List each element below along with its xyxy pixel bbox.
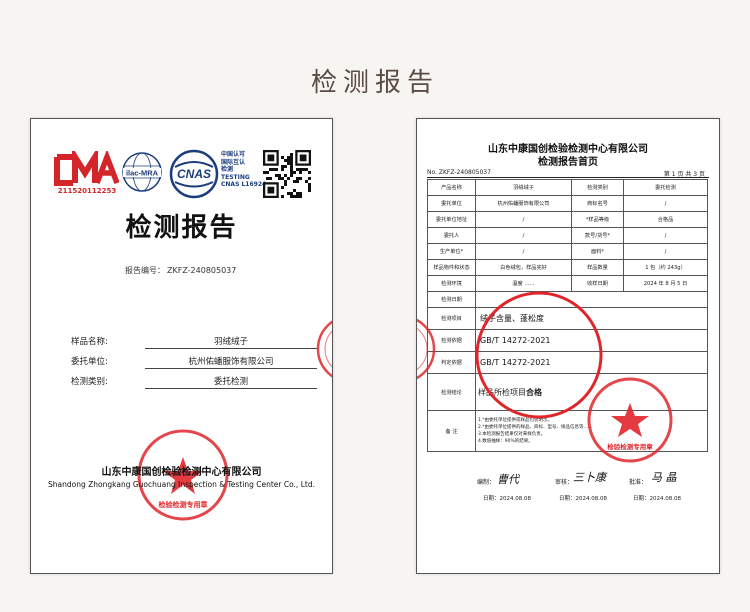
table-row: 生产单位* / 面料* / [427, 243, 708, 260]
approver-label: 批准： [629, 479, 648, 486]
table-cell: 委托单位地址 [427, 211, 476, 228]
svg-text:检验检测专用章: 检验检测专用章 [159, 500, 208, 509]
table-cell: 1 包（约 243g） [623, 259, 708, 276]
first-page-title: 检测报告首页 [538, 157, 598, 168]
table-cell: 生产单位* [427, 243, 476, 260]
ilac-mra-logo-icon: ilac-MRA [122, 152, 162, 192]
table-cell: / [623, 243, 708, 260]
official-seal-icon: 检验检测专用章 [587, 377, 673, 463]
table-cell: 商标名号 [571, 195, 624, 212]
client-field: 委托单位: 杭州佑蟠服饰有限公司 [71, 355, 317, 369]
table-cell: 羽绒绒子 [475, 179, 572, 196]
report-number: 报告编号： ZKFZ-240805037 [125, 266, 237, 275]
edge-seal-icon [417, 318, 436, 380]
ilac-label: ilac-MRA [126, 169, 159, 178]
cnas-accreditation-text: 中国认可 国际互认 检测 TESTING CNAS L16924 [221, 151, 267, 188]
table-cell: 白色绒包，样品完好 [475, 259, 572, 276]
table-row: 委托单位地址 / *样品等级 合格品 [427, 211, 708, 228]
table-cell: 委托人 [427, 227, 476, 244]
edge-seal-icon [316, 320, 332, 378]
compiler-label: 编制： [477, 479, 496, 486]
table-cell: / [623, 227, 708, 244]
table-cell: 检测类别 [571, 179, 624, 196]
table-cell: 产品名称 [427, 179, 476, 196]
table-cell: 面料* [571, 243, 624, 260]
table-cell: / [475, 243, 572, 260]
cma-logo-icon [54, 151, 119, 186]
table-row: 产品名称 羽绒绒子 检测类别 委托检测 [427, 179, 708, 196]
table-row: 委托人 / 款号/货号* / [427, 227, 708, 244]
cnas-logo-icon: CNAS [169, 149, 219, 199]
table-cell: *样品等级 [571, 211, 624, 228]
first-page-number: No. ZKFZ-240805037 [427, 169, 491, 176]
approver-date: 日期：2024.08.08 [633, 496, 682, 502]
table-cell: 合格品 [623, 211, 708, 228]
qr-code-icon [263, 150, 311, 198]
compiler-date: 日期：2024.08.08 [483, 496, 532, 502]
table-cell: 检测环境 [427, 275, 476, 292]
cma-number: 211520112253 [57, 187, 117, 195]
table-row: 委托单位 杭州佑蟠服饰有限公司 商标名号 / [427, 195, 708, 212]
table-cell: 杭州佑蟠服饰有限公司 [475, 195, 572, 212]
table-cell: 委托单位 [427, 195, 476, 212]
table-cell: / [475, 227, 572, 244]
approver-signature: 马 晶 [651, 471, 677, 484]
table-row: 样品物件和状态 白色绒包，样品完好 样品数量 1 包（约 243g） [427, 259, 708, 276]
sample-name-field: 样品名称: 羽绒绒子 [71, 335, 317, 349]
compiler-signature: 曹代 [497, 473, 519, 486]
table-cell: 样品数量 [571, 259, 624, 276]
table-cell: 委托检测 [623, 179, 708, 196]
report-first-page-sheet: 山东中康国创检验检测中心有限公司 检测报告首页 No. ZKFZ-2408050… [416, 118, 720, 574]
organization-name-en: Shandong Zhongkang Guochuang Inspection … [48, 480, 315, 489]
table-cell: / [623, 195, 708, 212]
table-cell: 样品物件和状态 [427, 259, 476, 276]
reviewer-date: 日期：2024.08.08 [559, 496, 608, 502]
table-cell: 2024 年 8 月 5 日 [623, 275, 708, 292]
table-cell: / [475, 211, 572, 228]
report-cover-sheet: 211520112253 ilac-MRA CNAS 中国认可 国际互认 检测 … [30, 118, 333, 574]
cover-title: 检测报告 [125, 213, 238, 243]
test-category-field: 检测类别: 委托检测 [71, 375, 317, 389]
reviewer-label: 审核： [555, 479, 574, 486]
cnas-label: CNAS [177, 167, 211, 181]
table-cell: 款号/货号* [571, 227, 624, 244]
page-title: 检测报告 [310, 68, 439, 98]
reviewer-signature: 三卜康 [573, 471, 606, 484]
organization-name-cn: 山东中康国创检验检测中心有限公司 [101, 467, 262, 478]
svg-text:检验检测专用章: 检验检测专用章 [607, 442, 653, 451]
